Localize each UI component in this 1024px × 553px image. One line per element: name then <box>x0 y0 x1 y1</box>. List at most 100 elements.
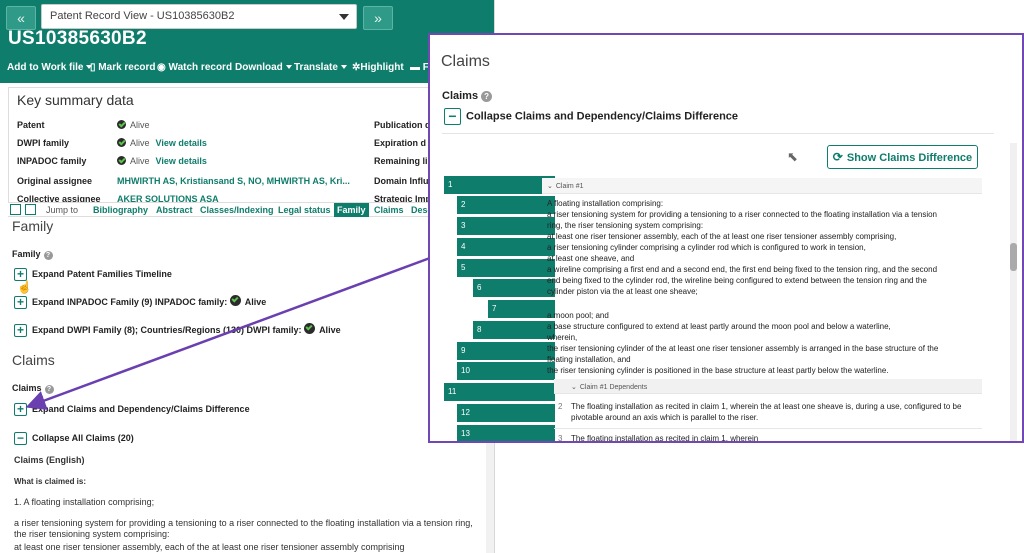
collapse-all-label: Collapse All Claims (20) <box>32 432 134 443</box>
jump-bibliography[interactable]: Bibliography <box>93 205 148 215</box>
expand-dwpi-family[interactable]: + Expand DWPI Family (8); Countries/Regio… <box>14 323 341 338</box>
claim-1-header[interactable]: ⌄ Claim #1 <box>542 178 982 194</box>
jump-family[interactable]: Family <box>334 203 369 217</box>
caret-down-icon <box>339 14 349 20</box>
pdf-icon[interactable] <box>10 204 21 215</box>
plus-icon: + <box>14 296 27 310</box>
status-text: Alive <box>130 138 150 148</box>
claim-node-9[interactable]: 9 <box>457 342 555 360</box>
claim-node-3[interactable]: 3 <box>457 217 555 235</box>
view-details-link[interactable]: View details <box>156 156 207 166</box>
summary-value: Alive View details <box>117 138 207 148</box>
eye-icon: ◉ <box>157 62 166 73</box>
show-claims-difference-button[interactable]: ⟳ Show Claims Difference <box>827 145 978 169</box>
help-icon[interactable]: ? <box>43 251 53 260</box>
claim-1-intro: 1. A floating installation comprising; <box>14 497 155 507</box>
summary-label: Original assignee <box>17 176 93 186</box>
claim-1-line: the riser tensioning cylinder is positio… <box>547 366 889 375</box>
refresh-icon: ⟳ <box>832 150 843 164</box>
translate-label: Translate <box>294 62 338 73</box>
claim-node-13[interactable]: 13 <box>457 425 555 441</box>
claims-zoom-panel: Claims Claims? − Collapse Claims and Depe… <box>428 33 1024 443</box>
summary-value: Alive View details <box>117 156 207 166</box>
claim-1-text: a riser tensioning system for providing … <box>14 518 473 539</box>
claim-1-dependents-header[interactable]: ⌄ Claim #1 Dependents <box>554 379 982 394</box>
family-sub-label: Family <box>12 249 41 259</box>
claim-1-line: ring, the riser tensioning system compri… <box>547 221 704 230</box>
add-to-work-file-label: Add to Work file <box>7 62 84 73</box>
previous-record-button[interactable]: « <box>6 6 36 30</box>
scrollbar-thumb[interactable] <box>1010 243 1017 271</box>
minus-icon: − <box>444 108 461 125</box>
claims-heading: Claims <box>12 352 55 368</box>
external-link-icon[interactable] <box>25 204 36 215</box>
view-details-link[interactable]: View details <box>156 138 207 148</box>
claim-1-line: at least one sheave, and <box>547 254 635 263</box>
claim-node-10[interactable]: 10 <box>457 362 555 380</box>
claim-node-11[interactable]: 11 <box>444 383 555 401</box>
claims-sub-label: Claims <box>12 383 42 393</box>
popup-title: Claims <box>441 53 490 70</box>
inpadoc-status: Alive <box>244 297 267 307</box>
expand-claims-dependency[interactable]: + Expand Claims and Dependency/Claims Dif… <box>14 403 250 416</box>
watch-record-button[interactable]: ◉ Watch record <box>157 62 232 73</box>
jump-abstract[interactable]: Abstract <box>156 205 193 215</box>
popup-scrollbar[interactable] <box>1010 143 1017 441</box>
jump-claims[interactable]: Claims <box>374 205 404 215</box>
dwpi-status: Alive <box>319 325 341 335</box>
claim-node-8[interactable]: 8 <box>473 321 555 339</box>
alive-check-icon <box>117 138 126 147</box>
claim-node-4[interactable]: 4 <box>457 238 555 256</box>
claim-node-7[interactable]: 7 <box>488 300 555 318</box>
claim-1-line: end being fixed to the cylinder rod, the… <box>547 276 927 285</box>
assignee-link[interactable]: MHWIRTH AS, Kristiansand S, NO, MHWIRTH … <box>117 176 350 186</box>
family-heading: Family <box>12 218 54 234</box>
jump-to-label: Jump to <box>46 205 79 215</box>
print-icon: ▬ <box>410 62 420 73</box>
jump-classes-indexing[interactable]: Classes/Indexing <box>200 205 274 215</box>
expand-inpadoc-family[interactable]: + Expand INPADOC Family (9) INPADOC famil… <box>14 295 267 310</box>
claim-node-5[interactable]: 5 <box>457 259 555 277</box>
expand-patent-families-timeline[interactable]: + Expand Patent Families Timeline <box>14 268 172 281</box>
view-select-value: Patent Record View - US10385630B2 <box>50 10 235 22</box>
dependents-head-text: Claim #1 Dependents <box>579 384 648 391</box>
plus-icon: + <box>14 324 27 338</box>
claim-node-1[interactable]: 1 <box>444 176 555 194</box>
collapse-all-claims[interactable]: − Collapse All Claims (20) <box>14 432 134 445</box>
claim-1-line: the riser tensioning cylinder of the at … <box>547 344 939 353</box>
claim-node-2[interactable]: 2 <box>457 196 555 214</box>
jump-to-bar: Jump to Bibliography Abstract Classes/In… <box>8 202 494 217</box>
claim-node-6[interactable]: 6 <box>473 279 555 297</box>
claim-1-line: at least one riser tensioner assembly, e… <box>547 232 897 241</box>
add-to-work-file-button[interactable]: Add to Work file <box>7 62 93 73</box>
arrow-cursor-icon: ⬉ <box>787 149 798 164</box>
chevron-down-icon: ⌄ <box>547 183 553 190</box>
download-button[interactable]: Download <box>235 62 292 73</box>
claim-node-12[interactable]: 12 <box>457 404 555 422</box>
summary-right-label: Publication d <box>374 120 431 130</box>
summary-right-label: Expiration d <box>374 138 427 148</box>
mark-record-button[interactable]: ▯ Mark record <box>90 62 156 73</box>
claim-1-line: floating installation, and <box>547 355 631 364</box>
patent-record-window: « Patent Record View - US10385630B2 » US… <box>0 0 495 553</box>
dependent-claim-row[interactable]: 3 The floating installation as recited i… <box>554 431 982 441</box>
collapse-claims-dependency-button[interactable]: − Collapse Claims and Dependency/Claims D… <box>444 108 738 125</box>
next-record-button[interactable]: » <box>363 6 393 30</box>
caret-down-icon <box>285 65 292 70</box>
show-claims-difference-label: Show Claims Difference <box>846 152 973 164</box>
jump-legal-status[interactable]: Legal status <box>278 205 331 215</box>
record-toolbar: Add to Work file ▯ Mark record ◉ Watch r… <box>0 53 494 83</box>
key-summary-title: Key summary data <box>17 92 134 108</box>
translate-button[interactable]: Translate <box>294 62 347 73</box>
print-button[interactable]: ▬ F <box>410 62 429 73</box>
dependent-claim-number: 2 <box>558 402 563 411</box>
help-icon[interactable]: ? <box>481 91 493 102</box>
expand-timeline-label: Expand Patent Families Timeline <box>32 268 172 279</box>
help-icon[interactable]: ? <box>44 385 54 394</box>
view-select[interactable]: Patent Record View - US10385630B2 <box>41 4 357 29</box>
chevron-down-icon: ⌄ <box>571 384 577 391</box>
claim-1-line: a wireline comprising a first end and a … <box>547 265 938 274</box>
dependent-claim-row[interactable]: 2 The floating installation as recited i… <box>554 399 982 429</box>
highlight-button[interactable]: ✲Highlight <box>352 62 404 73</box>
dependent-claim-text: The floating installation as recited in … <box>571 402 962 422</box>
